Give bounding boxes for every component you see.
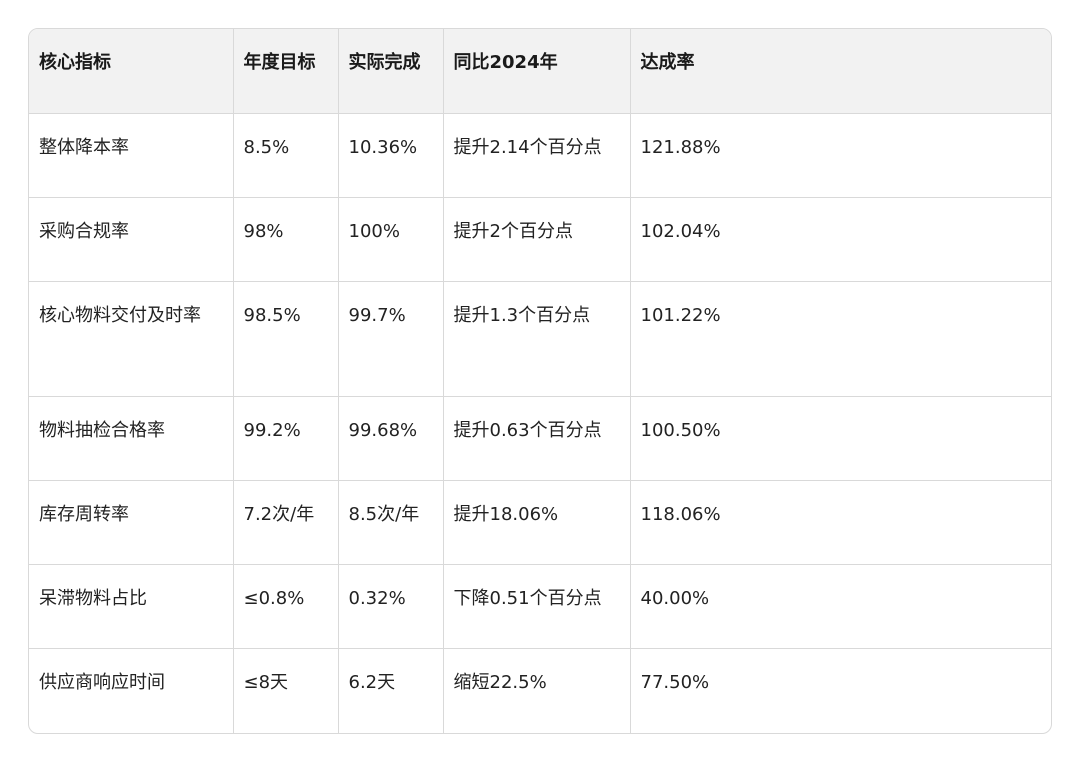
cell-rate: 77.50% [640, 672, 710, 694]
table-row: 采购合规率 98% 100% 提升2个百分点 102.04% [29, 197, 1051, 282]
cell-target: 98% [233, 197, 339, 282]
header-yoy-2024: 同比2024年 [443, 29, 631, 114]
cell-yoy: 下降0.51个百分点 [443, 564, 631, 650]
kpi-table-container: 核心指标 年度目标 实际完成 同比2024年 达成率 整体降本率 8.5% 10… [28, 28, 1052, 734]
header-core-indicator: 核心指标 [29, 29, 234, 114]
cell-rate: 102.04% [630, 197, 1051, 282]
header-achievement-rate: 达成率 [630, 29, 1051, 114]
cell-actual: 6.2天 [338, 648, 444, 733]
cell-yoy: 提升0.63个百分点 [443, 396, 631, 482]
cell-indicator: 物料抽检合格率 [29, 396, 234, 482]
cell-indicator: 库存周转率 [29, 480, 234, 566]
cell-yoy: 提升2个百分点 [443, 197, 631, 282]
cell-yoy: 提升2.14个百分点 [443, 113, 631, 198]
cell-actual: 8.5次/年 [338, 480, 444, 566]
table-row: 库存周转率 7.2次/年 8.5次/年 提升18.06% 118.06% [29, 480, 1051, 566]
cell-yoy: 提升18.06% [443, 480, 631, 566]
cell-target: ≤0.8% [233, 564, 339, 650]
table-row: 供应商响应时间 ≤8天 6.2天 缩短22.5% 77.50% [29, 648, 1051, 733]
table-row: 物料抽检合格率 99.2% 99.68% 提升0.63个百分点 100.50% [29, 396, 1051, 482]
cell-rate: 101.22% [630, 281, 1051, 397]
cell-actual: 10.36% [338, 113, 444, 198]
cell-rate: 121.88% [630, 113, 1051, 198]
cell-target: 8.5% [233, 113, 339, 198]
header-actual-completion: 实际完成 [338, 29, 444, 114]
cell-actual: 99.68% [338, 396, 444, 482]
cell-indicator: 核心物料交付及时率 [29, 281, 234, 397]
cell-indicator: 采购合规率 [29, 197, 234, 282]
cell-target: 7.2次/年 [233, 480, 339, 566]
cell-rate: 100.50% [630, 396, 1051, 482]
cell-indicator: 呆滞物料占比 [29, 564, 234, 650]
cell-target: 98.5% [233, 281, 339, 397]
cell-actual: 0.32% [338, 564, 444, 650]
table-header-row: 核心指标 年度目标 实际完成 同比2024年 达成率 [29, 29, 1051, 114]
cell-rate: 40.00% [630, 564, 1051, 650]
cell-actual: 99.7% [338, 281, 444, 397]
kpi-table: 核心指标 年度目标 实际完成 同比2024年 达成率 整体降本率 8.5% 10… [29, 29, 1051, 733]
cell-indicator: 整体降本率 [29, 113, 234, 198]
cell-target: 99.2% [233, 396, 339, 482]
table-row: 呆滞物料占比 ≤0.8% 0.32% 下降0.51个百分点 40.00% [29, 564, 1051, 650]
cell-yoy: 提升1.3个百分点 [443, 281, 631, 397]
cell-indicator: 供应商响应时间 [29, 648, 234, 733]
cell-actual: 100% [338, 197, 444, 282]
cell-target: ≤8天 [233, 648, 339, 733]
cell-yoy: 缩短22.5% [443, 648, 631, 733]
header-annual-target: 年度目标 [233, 29, 339, 114]
table-row: 整体降本率 8.5% 10.36% 提升2.14个百分点 121.88% [29, 113, 1051, 198]
cell-rate: 118.06% [630, 480, 1051, 566]
table-row: 核心物料交付及时率 98.5% 99.7% 提升1.3个百分点 101.22% [29, 281, 1051, 397]
